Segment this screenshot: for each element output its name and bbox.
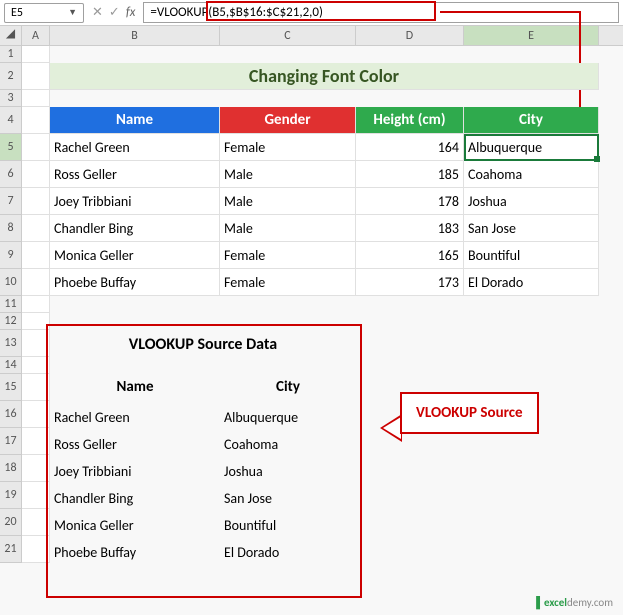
cell-height-4[interactable]: 165 [356,242,464,269]
row-header-6[interactable]: 6 [0,161,22,188]
chevron-down-icon[interactable]: ▼ [68,7,77,18]
cell-blank[interactable] [22,107,50,134]
callout-arrow-icon [380,414,402,442]
cell-gender-5[interactable]: Female [220,269,356,296]
header-name: Name [50,107,220,134]
cell-blank[interactable] [22,46,50,63]
cell-city-5[interactable]: El Dorado [464,269,599,296]
row-header-14[interactable]: 14 [0,357,22,374]
cell-blank[interactable] [22,90,50,107]
cell-gender-3[interactable]: Male [220,215,356,242]
brand-logo: ▌exceldemy.com [536,596,613,609]
col-D[interactable]: D [356,26,464,45]
col-E[interactable]: E [464,26,599,45]
header-city: City [464,107,599,134]
cell-gender-0[interactable]: Female [220,134,356,161]
cell-blank[interactable] [22,134,50,161]
column-headers: ◢ A B C D E [0,26,623,46]
src-name-5[interactable]: Phoebe Buffay [50,539,220,566]
cell-height-2[interactable]: 178 [356,188,464,215]
src-city-4[interactable]: Bountiful [220,512,356,539]
cell-name-5[interactable]: Phoebe Buffay [50,269,220,296]
formula-text: =VLOOKUP(B5,$B$16:$C$21,2,0) [150,5,323,20]
row-header-2[interactable]: 2 [0,63,22,90]
row-header-19[interactable]: 19 [0,482,22,509]
cell-city-2[interactable]: Joshua [464,188,599,215]
cell-name-2[interactable]: Joey Tribbiani [50,188,220,215]
cell-height-0[interactable]: 164 [356,134,464,161]
select-all[interactable]: ◢ [0,26,22,46]
row-header-4[interactable]: 4 [0,107,22,134]
header-gender: Gender [220,107,356,134]
row-header-7[interactable]: 7 [0,188,22,215]
cell-gender-2[interactable]: Male [220,188,356,215]
cell-name-1[interactable]: Ross Geller [50,161,220,188]
src-name-2[interactable]: Joey Tribbiani [50,458,220,485]
fx-icon[interactable]: fx [126,5,136,20]
src-city-1[interactable]: Coahoma [220,431,356,458]
source-header-city: City [220,376,356,398]
col-A[interactable]: A [22,26,50,45]
cell-name-0[interactable]: Rachel Green [50,134,220,161]
row-header-1[interactable]: 1 [0,46,22,63]
cell-height-3[interactable]: 183 [356,215,464,242]
src-name-4[interactable]: Monica Geller [50,512,220,539]
cell-blank[interactable] [22,296,50,313]
row-header-13[interactable]: 13 [0,330,22,357]
page-title: Changing Font Color [50,63,599,90]
row-header-3[interactable]: 3 [0,90,22,107]
header-height: Height (cm) [356,107,464,134]
source-title: VLOOKUP Source Data [50,332,356,356]
row-header-17[interactable]: 17 [0,428,22,455]
cell-city-1[interactable]: Coahoma [464,161,599,188]
row-header-18[interactable]: 18 [0,455,22,482]
formula-bar: E5 ▼ ✕ ✓ fx =VLOOKUP(B5,$B$16:$C$21,2,0) [0,0,623,26]
row-header-10[interactable]: 10 [0,269,22,296]
cell-blank[interactable] [22,63,50,90]
cell-city-4[interactable]: Bountiful [464,242,599,269]
src-city-3[interactable]: San Jose [220,485,356,512]
src-name-1[interactable]: Ross Geller [50,431,220,458]
src-city-0[interactable]: Albuquerque [220,404,356,431]
callout-label: VLOOKUP Source [400,392,539,434]
source-header-name: Name [50,376,220,398]
row-header-9[interactable]: 9 [0,242,22,269]
cell-height-5[interactable]: 173 [356,269,464,296]
cell-blank[interactable] [22,188,50,215]
row-header-16[interactable]: 16 [0,401,22,428]
name-box[interactable]: E5 ▼ [4,3,84,23]
row-header-21[interactable]: 21 [0,536,22,563]
cell-gender-4[interactable]: Female [220,242,356,269]
cell-blank[interactable] [22,161,50,188]
cell-height-1[interactable]: 185 [356,161,464,188]
fx-controls: ✕ ✓ fx [84,5,143,20]
row-header-20[interactable]: 20 [0,509,22,536]
src-city-5[interactable]: El Dorado [220,539,356,566]
row-header-8[interactable]: 8 [0,215,22,242]
enter-icon[interactable]: ✓ [109,5,120,20]
cell-blank[interactable] [22,242,50,269]
src-city-2[interactable]: Joshua [220,458,356,485]
col-C[interactable]: C [220,26,356,45]
formula-input[interactable]: =VLOOKUP(B5,$B$16:$C$21,2,0) [143,2,619,23]
src-name-0[interactable]: Rachel Green [50,404,220,431]
cell-name-4[interactable]: Monica Geller [50,242,220,269]
cell-blank[interactable] [22,215,50,242]
name-box-value: E5 [11,6,23,20]
cell-gender-1[interactable]: Male [220,161,356,188]
row-header-15[interactable]: 15 [0,374,22,401]
cell-name-3[interactable]: Chandler Bing [50,215,220,242]
cell-city-0[interactable]: Albuquerque [464,134,599,161]
cell-blank[interactable] [22,269,50,296]
row-header-12[interactable]: 12 [0,313,22,330]
cell-city-3[interactable]: San Jose [464,215,599,242]
row-header-5[interactable]: 5 [0,134,22,161]
col-B[interactable]: B [50,26,220,45]
src-name-3[interactable]: Chandler Bing [50,485,220,512]
cancel-icon[interactable]: ✕ [92,5,103,20]
row-header-11[interactable]: 11 [0,296,22,313]
